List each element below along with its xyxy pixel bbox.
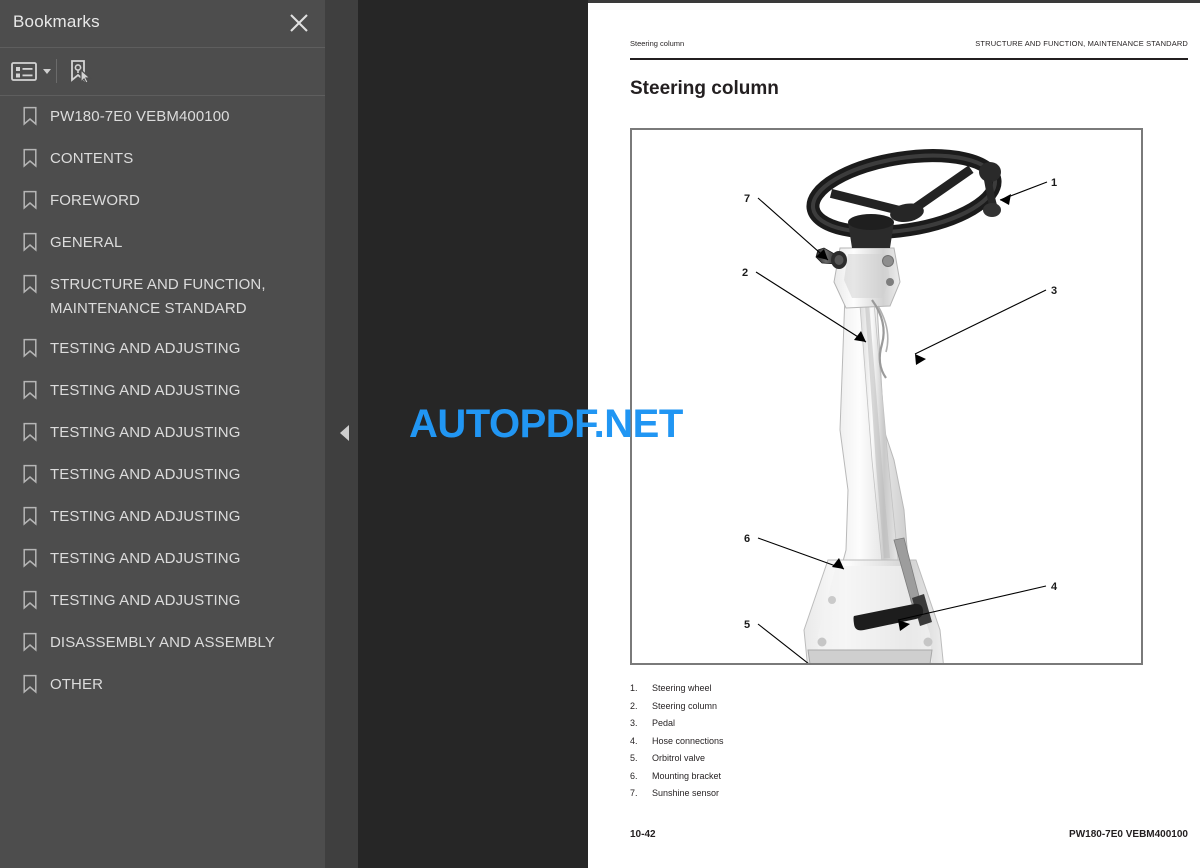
close-icon[interactable] [287,11,311,35]
part-number: 6. [630,770,638,781]
bookmark-item[interactable]: TESTING AND ADJUSTING [0,455,325,497]
figure-callout-4: 4 [1051,581,1058,593]
figure-callout-3: 3 [1051,285,1057,297]
part-name: Steering column [652,700,718,711]
bookmark-item[interactable]: TESTING AND ADJUSTING [0,413,325,455]
bookmark-item[interactable]: TESTING AND ADJUSTING [0,539,325,581]
bookmark-icon [22,148,38,173]
parts-legend-row: 7. Sunshine sensor [630,788,724,806]
parts-legend-row: 4. Hose connections [630,736,724,754]
part-name: Steering wheel [652,683,712,693]
list-options-icon[interactable] [10,57,51,85]
bookmark-item-label: TESTING AND ADJUSTING [50,550,241,567]
figure-callout-7: 7 [744,193,750,205]
bookmark-icon [22,674,38,699]
chevron-down-icon[interactable] [43,68,51,74]
page-content: Steering column STRUCTURE AND FUNCTION, … [588,3,1200,868]
part-name: Sunshine sensor [652,788,720,798]
bookmark-item-label: CONTENTS [50,150,134,167]
bookmark-item-label: PW180-7E0 VEBM400100 [50,108,230,125]
bookmark-icon [22,632,38,657]
bookmark-item[interactable]: TESTING AND ADJUSTING [0,329,325,371]
bookmark-item[interactable]: TESTING AND ADJUSTING [0,371,325,413]
bookmark-item[interactable]: STRUCTURE AND FUNCTION, MAINTENANCE STAN… [0,265,325,329]
bookmark-list[interactable]: PW180-7E0 VEBM400100 CONTENTS FOREWORD GENE… [0,97,325,707]
bookmark-icon [22,590,38,615]
bookmark-item-label: TESTING AND ADJUSTING [50,382,241,399]
bookmark-item[interactable]: GENERAL [0,223,325,265]
parts-legend-row: 6. Mounting bracket [630,771,724,789]
part-number: 5. [630,753,638,763]
bookmark-item-label: STRUCTURE AND FUNCTION, MAINTENANCE STAN… [50,276,266,317]
figure-callout-5: 5 [744,619,750,631]
bookmark-icon [22,422,38,447]
pdf-page: Steering column STRUCTURE AND FUNCTION, … [588,3,1200,868]
bookmark-icon [22,190,38,215]
running-header-left: Steering column [630,39,685,48]
part-number: 2. [630,700,638,711]
bookmark-item-label: OTHER [50,676,103,693]
part-name: Pedal [652,718,676,728]
bookmark-item[interactable]: TESTING AND ADJUSTING [0,581,325,623]
bookmark-item[interactable]: OTHER [0,665,325,707]
bookmark-item[interactable]: DISASSEMBLY AND ASSEMBLY [0,623,325,665]
parts-legend-row: 2. Steering column [630,701,724,719]
part-number: 3. [630,718,638,728]
running-header-right: STRUCTURE AND FUNCTION, MAINTENANCE STAN… [975,39,1188,48]
bookmark-icon [22,548,38,573]
bookmark-item-label: TESTING AND ADJUSTING [50,466,241,483]
pdf-viewer-window: Bookmarks PW180-7E0 VEBM400100 CONTENTS … [0,0,1200,868]
bookmark-item-label: TESTING AND ADJUSTING [50,424,241,441]
bookmarks-panel: Bookmarks PW180-7E0 VEBM400100 CONTENTS … [0,0,325,868]
page-title: Steering column [630,78,779,99]
panel-title: Bookmarks [13,12,100,31]
bookmark-icon [22,274,38,299]
bookmark-icon [22,232,38,257]
parts-legend-row: 5. Orbitrol valve [630,753,724,771]
bookmark-item-label: GENERAL [50,234,123,251]
parts-legend: 1. Steering wheel 2. Steering column 3. Pedal… [630,683,724,806]
part-number: 4. [630,735,638,746]
part-number: 7. [630,788,638,798]
bookmark-item[interactable]: TESTING AND ADJUSTING [0,497,325,539]
figure-callout-1: 1 [1051,177,1057,189]
figure-callout-2: 2 [742,267,748,279]
bookmark-icon [22,106,38,131]
bookmark-item-label: TESTING AND ADJUSTING [50,508,241,525]
parts-legend-row: 3. Pedal [630,718,724,736]
bookmark-icon [22,338,38,363]
toolbar-divider [56,59,57,83]
part-name: Hose connections [652,735,724,746]
part-name: Orbitrol valve [652,753,706,763]
bookmark-item[interactable]: PW180-7E0 VEBM400100 [0,97,325,139]
parts-legend-row: 1. Steering wheel [630,683,724,701]
part-name: Mounting bracket [652,770,722,781]
bookmark-item[interactable]: FOREWORD [0,181,325,223]
figure-callout-6: 6 [744,533,750,545]
part-number: 1. [630,683,638,693]
figure-steering-column: 1 7 2 3 6 4 5 [630,128,1143,665]
document-viewer[interactable]: Steering column STRUCTURE AND FUNCTION, … [358,0,1200,868]
bookmark-item-label: TESTING AND ADJUSTING [50,592,241,609]
bookmark-icon [22,506,38,531]
bookmarks-toolbar [0,48,325,96]
header-rule [630,58,1188,60]
collapse-panel-arrow-icon[interactable] [340,425,349,441]
bookmark-item-label: DISASSEMBLY AND ASSEMBLY [50,634,275,651]
bookmark-icon [22,464,38,489]
footer-model: PW180-7E0 VEBM400100 [1069,829,1188,840]
bookmark-item-label: FOREWORD [50,192,140,209]
bookmark-pointer-icon[interactable] [66,57,92,85]
page-number: 10-42 [630,829,656,840]
bookmark-item-label: TESTING AND ADJUSTING [50,340,241,357]
bookmark-icon [22,380,38,405]
bookmark-item[interactable]: CONTENTS [0,139,325,181]
bookmarks-panel-header: Bookmarks [0,0,325,48]
